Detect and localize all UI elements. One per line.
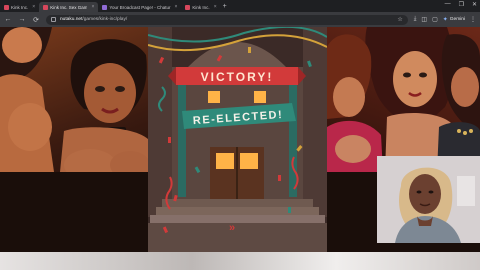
left-character-art (0, 27, 150, 181)
tab-favicon-icon (102, 4, 108, 10)
close-icon[interactable]: × (32, 4, 35, 10)
tab-broadcast-page[interactable]: Your Broadcast Page! - Chatur × (98, 2, 181, 12)
forward-button[interactable]: → (18, 16, 26, 23)
page-bottom-strip (0, 252, 480, 270)
page-background-left (0, 172, 148, 252)
victory-scene: » VICTORY! RE-ELECTED! (148, 27, 327, 252)
building-window (208, 91, 220, 103)
tab-kink-inc-2[interactable]: Kink Inc. × (181, 2, 220, 12)
address-bar[interactable]: nutaku.net/games/kink-inc/play/ ☆ (46, 14, 408, 25)
tab-label: Kink Inc. (11, 4, 29, 10)
close-icon[interactable]: × (175, 4, 178, 10)
tab-kink-inc[interactable]: Kink Inc. × (0, 2, 39, 12)
tab-kink-inc-game[interactable]: Kink Inc. Sex Gam × (39, 2, 99, 12)
game-canvas[interactable]: » VICTORY! RE-ELECTED! (148, 27, 327, 252)
left-characters-illustration (0, 27, 150, 181)
window-controls: — ❐ ✕ (445, 1, 477, 8)
menu-icon[interactable]: ⋮ (470, 16, 476, 23)
victory-banner: VICTORY! (168, 67, 306, 85)
right-characters-illustration (327, 27, 480, 172)
download-icon[interactable]: ⤓ (414, 16, 417, 23)
maximize-button[interactable]: ❐ (459, 1, 464, 8)
tab-label: Your Broadcast Page! - Chatur (109, 4, 171, 10)
star-icon[interactable]: ☆ (397, 16, 402, 23)
url-host: nutaku.net (60, 17, 83, 22)
gemini-icon: ✦ (442, 17, 448, 23)
sidebar-icon[interactable]: ▢ (432, 16, 438, 23)
browser-tab-strip: Kink Inc. × Kink Inc. Sex Gam × Your Bro… (0, 0, 480, 12)
reload-button[interactable]: ⟳ (32, 16, 40, 24)
webcam-feed (377, 156, 480, 243)
back-button[interactable]: ← (4, 16, 12, 23)
webcam-overlay (377, 156, 480, 243)
building-window (254, 91, 266, 103)
url-path: /games/kink-inc/play/ (82, 17, 128, 22)
tab-label: Kink Inc. (192, 4, 210, 10)
site-info-icon[interactable] (51, 17, 56, 22)
browser-toolbar: ← → ⟳ nutaku.net/games/kink-inc/play/ ☆ … (0, 12, 480, 27)
tab-favicon-icon (4, 4, 9, 10)
new-tab-button[interactable]: + (223, 3, 227, 10)
banner-top-text: VICTORY! (201, 70, 274, 84)
close-icon[interactable]: × (91, 4, 94, 10)
step-chevron-icon: » (229, 222, 235, 234)
url-text: nutaku.net/games/kink-inc/play/ (60, 17, 127, 22)
toolbar-actions: ⤓ ◫ ▢ ✦ Gemini ⋮ (414, 16, 476, 23)
gemini-label: Gemini (449, 17, 465, 22)
right-character-art (327, 27, 480, 172)
minimize-button[interactable]: — (445, 1, 451, 8)
close-window-button[interactable]: ✕ (472, 1, 477, 8)
gemini-button[interactable]: ✦ Gemini (443, 16, 465, 23)
tab-favicon-icon (185, 4, 191, 10)
screen: Kink Inc. × Kink Inc. Sex Gam × Your Bro… (0, 0, 480, 270)
tab-label: Kink Inc. Sex Gam (50, 4, 88, 10)
close-icon[interactable]: × (214, 4, 217, 10)
tab-favicon-icon (43, 4, 49, 10)
extensions-icon[interactable]: ◫ (421, 16, 427, 23)
